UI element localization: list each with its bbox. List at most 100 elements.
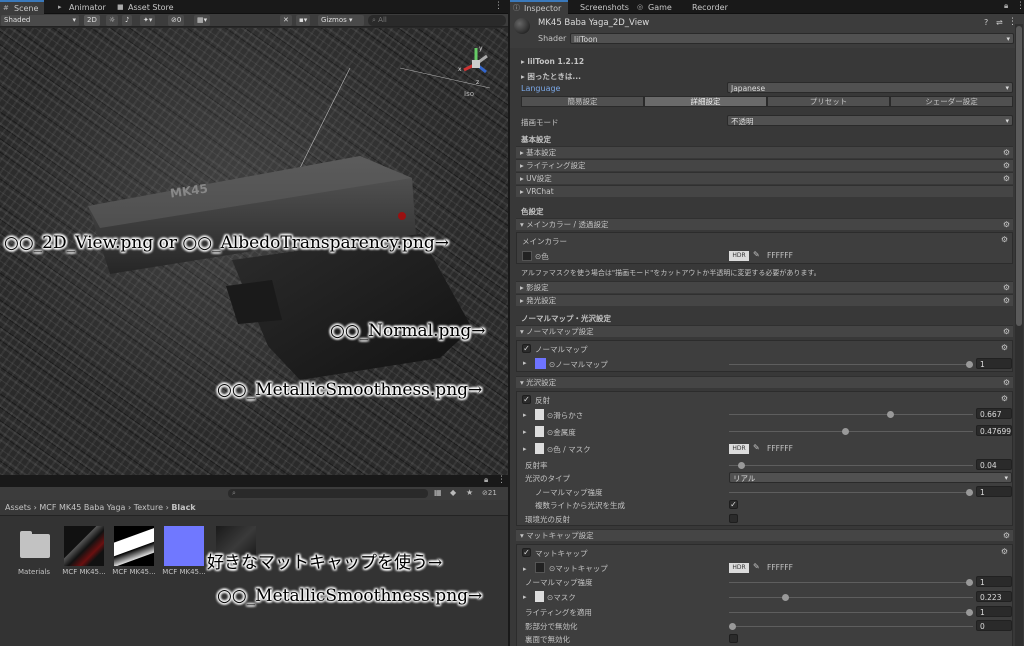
tab-inspector[interactable]: ⓘ Inspector bbox=[510, 0, 568, 14]
section-vrchat[interactable]: ▸ VRChat bbox=[516, 185, 1013, 197]
color-mask-texture-slot[interactable] bbox=[535, 443, 544, 454]
smoothness-slider[interactable] bbox=[729, 411, 973, 418]
reflectance-slider[interactable] bbox=[729, 462, 973, 469]
shadow-disable-slider[interactable] bbox=[729, 623, 973, 630]
slider-knob[interactable] bbox=[729, 623, 736, 630]
hdr-badge[interactable]: HDR bbox=[729, 444, 749, 454]
section-basic[interactable]: ▸ 基本設定 ⚙ bbox=[516, 146, 1013, 158]
gizmos-dropdown[interactable]: Gizmos ▾ bbox=[318, 15, 364, 26]
apply-light-value[interactable]: 1 bbox=[976, 606, 1012, 617]
expand-icon[interactable]: ▸ bbox=[523, 359, 527, 367]
expand-icon[interactable]: ▸ bbox=[523, 593, 527, 601]
normal-strength-value[interactable]: 1 bbox=[976, 486, 1012, 497]
gear-icon[interactable]: ⚙ bbox=[1003, 147, 1010, 159]
gear-icon[interactable]: ⚙ bbox=[1003, 173, 1010, 185]
lock-icon[interactable]: 🔒︎ bbox=[484, 475, 488, 485]
eyedropper-icon[interactable]: ✎ bbox=[753, 443, 760, 452]
language-dropdown[interactable]: Japanese bbox=[727, 82, 1013, 94]
shader-dropdown[interactable]: lilToon bbox=[570, 33, 1014, 45]
metallic-value[interactable]: 0.47699 bbox=[976, 425, 1012, 436]
label-icon[interactable]: ◆ bbox=[450, 488, 456, 497]
light-icon[interactable]: ☼ bbox=[106, 15, 119, 26]
section-emission[interactable]: ▸ 発光設定 ⚙ bbox=[516, 294, 1013, 306]
orientation-gizmo[interactable]: y x z bbox=[456, 42, 496, 86]
normal-texture-slot[interactable] bbox=[535, 358, 546, 369]
metallic-slider[interactable] bbox=[729, 428, 973, 435]
hdr-badge[interactable]: HDR bbox=[729, 251, 749, 261]
gear-icon[interactable]: ⚙ bbox=[1001, 547, 1008, 556]
multi-light-checkbox[interactable]: ✓ bbox=[729, 500, 738, 509]
asset-item[interactable]: MCF MK45... bbox=[162, 526, 206, 576]
back-disable-checkbox[interactable] bbox=[729, 634, 738, 643]
tab-recorder[interactable]: Recorder bbox=[678, 1, 733, 14]
color-hex[interactable]: FFFFFF bbox=[767, 251, 793, 260]
section-main-color[interactable]: ▾ メインカラー / 透過設定 ⚙ bbox=[516, 218, 1013, 230]
project-search-input[interactable]: ⌕ bbox=[228, 489, 428, 498]
slider-knob[interactable] bbox=[781, 594, 789, 601]
tab-game[interactable]: ◎ Game bbox=[634, 1, 677, 14]
gear-icon[interactable]: ⚙ bbox=[1003, 282, 1010, 294]
asset-item[interactable]: MCF MK45... bbox=[112, 526, 156, 576]
breadcrumb-item[interactable]: Assets bbox=[5, 503, 31, 512]
section-gloss[interactable]: ▾ 光沢設定 ⚙ bbox=[516, 376, 1013, 388]
env-reflection-checkbox[interactable] bbox=[729, 514, 738, 523]
expand-icon[interactable]: ▸ bbox=[523, 428, 527, 436]
tab-asset-store[interactable]: ■ Asset Store bbox=[114, 1, 179, 14]
asset-item[interactable]: Materials bbox=[12, 526, 56, 576]
tab-screenshots[interactable]: Screenshots bbox=[566, 1, 634, 14]
matcap-texture-slot[interactable] bbox=[535, 562, 545, 573]
normal-value[interactable]: 1 bbox=[976, 358, 1012, 369]
reflection-checkbox[interactable]: ✓ bbox=[522, 395, 531, 404]
scene-search-input[interactable]: ⌕ All bbox=[368, 15, 506, 26]
render-mode-dropdown[interactable]: 不透明 bbox=[727, 115, 1013, 127]
breadcrumb-item-current[interactable]: Black bbox=[171, 503, 195, 512]
tab-simple[interactable]: 簡易設定 bbox=[521, 96, 644, 107]
tab-animator[interactable]: ▸ Animator bbox=[55, 1, 111, 14]
gear-icon[interactable]: ⚙ bbox=[1003, 326, 1010, 338]
help-row[interactable]: ▸ 困ったときは... bbox=[521, 71, 581, 82]
eyedropper-icon[interactable]: ✎ bbox=[753, 562, 760, 571]
mask-slider[interactable] bbox=[729, 594, 973, 601]
more-icon[interactable]: ⋮ bbox=[1016, 1, 1024, 11]
tools-icon[interactable]: ✕ bbox=[280, 15, 292, 26]
slider-knob[interactable] bbox=[966, 579, 973, 586]
gear-icon[interactable]: ⚙ bbox=[1003, 160, 1010, 172]
tab-scene[interactable]: # Scene bbox=[0, 0, 44, 14]
effects-icon[interactable]: ✦▾ bbox=[140, 15, 156, 26]
preset-icon[interactable]: ⇌ bbox=[996, 18, 1003, 27]
slider-knob[interactable] bbox=[887, 411, 895, 418]
slider-knob[interactable] bbox=[842, 428, 850, 435]
expand-icon[interactable]: ▸ bbox=[523, 445, 527, 453]
breadcrumb-item[interactable]: Texture bbox=[134, 503, 163, 512]
asset-item[interactable]: MCF MK45... bbox=[62, 526, 106, 576]
tab-advanced[interactable]: 詳細設定 bbox=[644, 96, 767, 107]
gear-icon[interactable]: ⚙ bbox=[1003, 530, 1010, 542]
normal-slider[interactable] bbox=[729, 361, 973, 368]
metallic-texture-slot[interactable] bbox=[535, 426, 544, 437]
gear-icon[interactable]: ⚙ bbox=[1003, 295, 1010, 307]
slider-knob[interactable] bbox=[738, 462, 746, 469]
matcap-normal-slider[interactable] bbox=[729, 579, 973, 586]
tab-preset[interactable]: プリセット bbox=[767, 96, 890, 107]
gear-icon[interactable]: ⚙ bbox=[1001, 394, 1008, 403]
normal-strength-slider[interactable] bbox=[729, 489, 973, 496]
gear-icon[interactable]: ⚙ bbox=[1003, 219, 1010, 231]
hidden-objects-button[interactable]: ⊘0 bbox=[168, 15, 185, 26]
expand-icon[interactable]: ▸ bbox=[523, 565, 527, 573]
color-hex[interactable]: FFFFFF bbox=[767, 563, 793, 572]
section-shadow[interactable]: ▸ 影設定 ⚙ bbox=[516, 281, 1013, 293]
more-icon[interactable]: ⋮ bbox=[497, 475, 506, 485]
slider-knob[interactable] bbox=[966, 489, 973, 496]
section-uv[interactable]: ▸ UV設定 ⚙ bbox=[516, 172, 1013, 184]
section-lighting[interactable]: ▸ ライティング設定 ⚙ bbox=[516, 159, 1013, 171]
section-matcap[interactable]: ▾ マットキャップ設定 ⚙ bbox=[516, 529, 1013, 541]
apply-light-slider[interactable] bbox=[729, 609, 973, 616]
gear-icon[interactable]: ⚙ bbox=[1003, 377, 1010, 389]
gear-icon[interactable]: ⚙ bbox=[1001, 343, 1008, 352]
gear-icon[interactable]: ⚙ bbox=[1001, 235, 1008, 244]
version-row[interactable]: ▸ lilToon 1.2.12 bbox=[521, 57, 584, 66]
more-icon[interactable]: ⋮ bbox=[494, 1, 503, 11]
lock-icon[interactable]: 🔒︎ bbox=[1004, 1, 1008, 11]
camera-icon[interactable]: ▪▾ bbox=[296, 15, 311, 26]
help-icon[interactable]: ? bbox=[984, 18, 988, 27]
